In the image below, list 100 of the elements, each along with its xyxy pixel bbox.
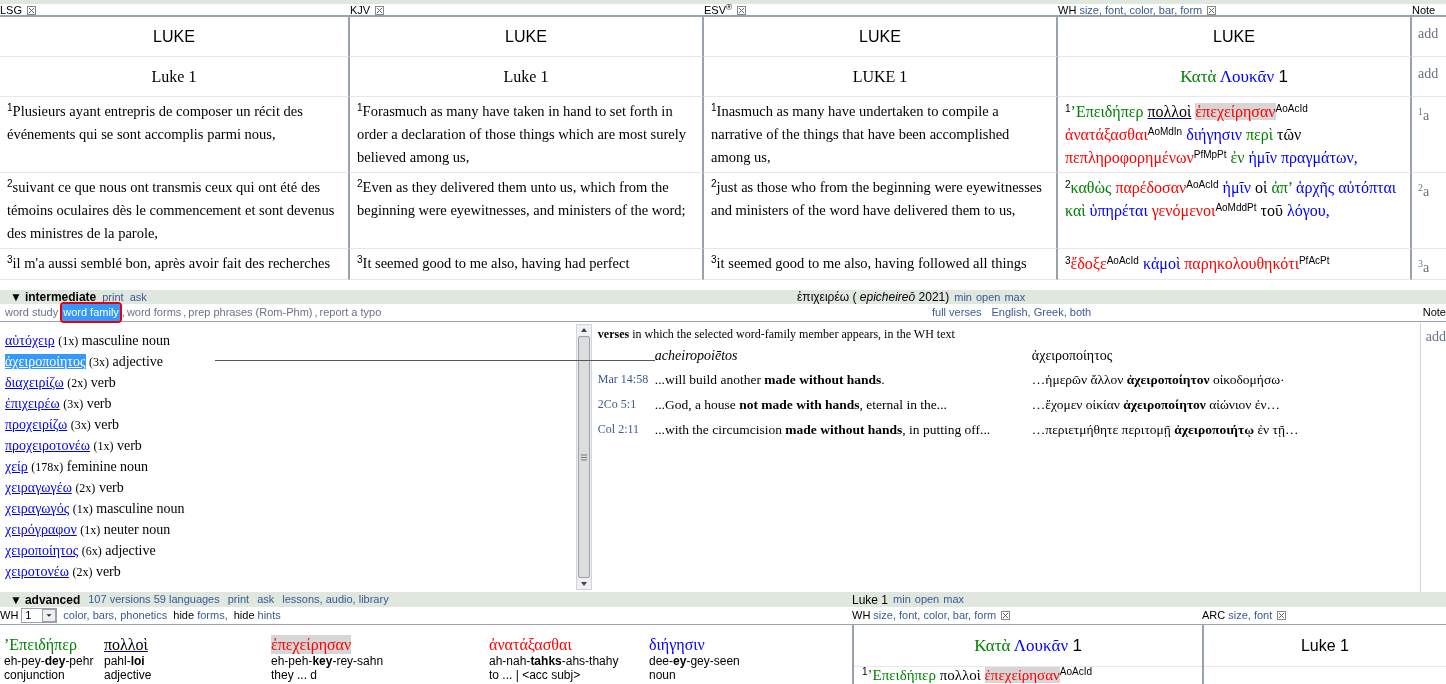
add-note-link[interactable]: a	[1423, 184, 1430, 199]
greek-word[interactable]: τοῦ	[1260, 202, 1283, 219]
greek-word[interactable]: πολλοὶ	[939, 667, 981, 683]
greek-word[interactable]: καὶ	[1065, 202, 1086, 219]
close-icon[interactable]	[375, 6, 385, 15]
add-note-link[interactable]: add	[1425, 329, 1446, 344]
verse-number: 1	[862, 666, 868, 677]
greek-word[interactable]: κἀμοὶ	[1142, 255, 1181, 272]
book-title: LUKE	[153, 26, 195, 47]
greek-word[interactable]: ’Επειδήπερ	[1070, 103, 1144, 120]
occurrence-count: (1x)	[93, 439, 114, 453]
tab[interactable]: report a typo	[319, 304, 382, 321]
verse-text: $^{3}$il m'a aussi semblé bon, après avoir fait des recherches	[7, 253, 332, 273]
greek-word[interactable]: ἀνατάξασθαι	[489, 635, 572, 654]
close-icon[interactable]	[1207, 6, 1217, 15]
display-options-link[interactable]: color, bars, phonetics	[63, 607, 168, 624]
tab[interactable]: prep phrases (Rom-Phm)	[188, 304, 313, 321]
greek-word[interactable]: περὶ	[1246, 126, 1274, 143]
close-icon[interactable]	[737, 6, 747, 15]
size-control-link[interactable]: open	[914, 591, 940, 608]
panel-action-link[interactable]: 107 versions 59 languages	[88, 591, 220, 608]
verse-option-link[interactable]: English, Greek, both	[991, 304, 1092, 321]
panel-action-link[interactable]: lessons, audio, library	[282, 591, 389, 608]
panel-toggle[interactable]: ▼ advanced	[10, 590, 81, 609]
size-control-link[interactable]: min	[954, 290, 972, 304]
size-control-link[interactable]: max	[943, 591, 965, 608]
tab[interactable]: word study	[5, 304, 59, 321]
size-control-link[interactable]: max	[1004, 290, 1026, 304]
word-family-link[interactable]: διαχειρίζω	[5, 375, 64, 390]
grip-icon[interactable]	[580, 453, 587, 461]
greek-word[interactable]: ἀρχῆς	[1296, 179, 1335, 196]
greek-word[interactable]: παρέδοσαν	[1115, 179, 1187, 196]
add-note-link[interactable]: add	[1418, 66, 1439, 81]
add-note-link[interactable]: add	[1418, 26, 1439, 41]
verse-option-link[interactable]: full verses	[932, 304, 982, 321]
greek-word[interactable]: πολλοὶ	[104, 635, 148, 654]
greek-word[interactable]: ’Επειδήπερ	[4, 635, 77, 654]
greek-word[interactable]: διήγησιν	[649, 635, 705, 654]
close-icon[interactable]	[1277, 611, 1287, 620]
part-of-speech: masculine noun	[96, 501, 185, 516]
word-family-link[interactable]: χειραγωγός	[5, 501, 70, 516]
greek-word[interactable]: οἱ	[1255, 179, 1268, 196]
panel-action-link[interactable]: ask	[129, 290, 147, 304]
verse-reference-link[interactable]: Mar 14:58	[597, 368, 655, 388]
size-control-link[interactable]: open	[975, 290, 1001, 304]
word-family-link[interactable]: ἀχειροποίητος	[5, 354, 86, 369]
greek-word[interactable]: ἀνατάξασθαι	[1065, 126, 1148, 143]
greek-word[interactable]: πραγμάτων,	[1280, 149, 1358, 166]
word-family-link[interactable]: ἐπιχειρέω	[5, 396, 60, 411]
greek-word[interactable]: διήγησιν	[1186, 126, 1242, 143]
book-title: LUKE	[859, 26, 901, 47]
panel-toggle[interactable]: ▼ intermediate	[10, 290, 97, 304]
part-of-speech: noun	[649, 668, 676, 682]
word-family-link[interactable]: χείρ	[5, 459, 28, 474]
word-family-link[interactable]: χειρόγραφον	[5, 522, 77, 537]
word-family-link[interactable]: προχειροτονέω	[5, 438, 90, 453]
tab[interactable]: word forms	[126, 304, 182, 321]
hide-toggle-link[interactable]: hide forms,	[173, 607, 228, 624]
scrollbar[interactable]	[575, 324, 592, 590]
greek-word[interactable]: τῶν	[1277, 126, 1302, 143]
panel-action-link[interactable]: ask	[257, 591, 275, 608]
word-family-link[interactable]: χειροποίητος	[5, 543, 79, 558]
greek-word[interactable]: αὐτόπται	[1338, 179, 1397, 196]
version-options-links[interactable]: size, font	[1228, 607, 1273, 624]
greek-word[interactable]: πεπληροφορημένων	[1065, 149, 1194, 166]
word-family-link[interactable]: χειροτονέω	[5, 564, 69, 579]
parse-code: AoAcId	[1275, 103, 1308, 114]
panel-action-link[interactable]: print	[102, 290, 124, 304]
verse-reference-link[interactable]: Col 2:11	[597, 418, 655, 438]
close-icon[interactable]	[27, 6, 36, 15]
version-options-links[interactable]: size, font, color, bar, form	[873, 607, 997, 624]
greek-word[interactable]: γενόμενοι	[1151, 202, 1216, 219]
verse-text: $^{3}$it seemed good to me also, having followed all things	[711, 253, 1028, 273]
tab[interactable]: word family	[62, 304, 120, 321]
size-control-link[interactable]: min	[893, 591, 911, 608]
add-note-link[interactable]: a	[1423, 108, 1430, 123]
close-icon[interactable]	[1001, 611, 1011, 620]
verse-reference-link[interactable]: 2Co 5:1	[597, 393, 655, 413]
greek-word[interactable]: ἐν	[1230, 149, 1245, 166]
greek-word[interactable]: λόγου,	[1286, 202, 1330, 219]
greek-word[interactable]: ἡμῖν	[1222, 179, 1252, 196]
greek-word[interactable]: ἔδοξε	[1070, 255, 1107, 272]
panel-action-link[interactable]: print	[227, 591, 250, 608]
greek-word[interactable]: ’Επειδήπερ	[867, 667, 936, 683]
version-options-links[interactable]: size, font, color, bar, form	[1079, 4, 1203, 16]
word-family-link[interactable]: προχειρίζω	[5, 417, 68, 432]
greek-word[interactable]: παρηκολουθηκότι	[1184, 255, 1299, 272]
hide-toggle-link[interactable]: hide hints	[233, 607, 281, 624]
chapter-title-word: Λουκᾶν	[1219, 66, 1275, 86]
word-family-link[interactable]: χειραγωγέω	[5, 480, 72, 495]
greek-word[interactable]: ἀπ’	[1271, 179, 1292, 196]
greek-word[interactable]: ἡμῖν	[1248, 149, 1277, 166]
version-label: WH	[0, 608, 19, 624]
number-select[interactable]: 1	[21, 608, 58, 623]
word-family-link[interactable]: αὐτόχειρ	[5, 333, 55, 348]
greek-word[interactable]: καθὼς	[1070, 179, 1112, 196]
greek-word[interactable]: πολλοὶ	[1147, 103, 1192, 120]
book-title: LUKE	[505, 26, 547, 47]
greek-word[interactable]: ὑπηρέται	[1089, 202, 1148, 219]
add-note-link[interactable]: a	[1423, 260, 1430, 275]
